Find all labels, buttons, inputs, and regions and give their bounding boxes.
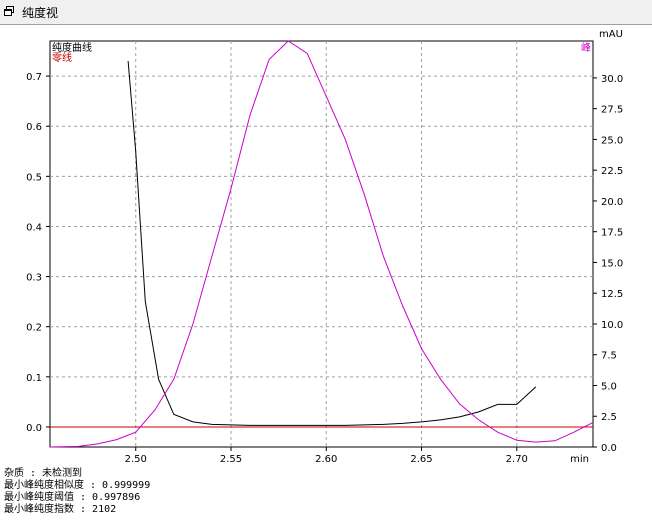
min-purity-threshold: 最小峰纯度阈值 : 0.997896: [4, 492, 141, 503]
y-right-unit-label: mAU: [599, 29, 623, 40]
x-tick-label: 2.50: [125, 454, 147, 465]
y-right-tick-label: 27.5: [601, 105, 623, 116]
y-right-tick-label: 30.0: [601, 74, 623, 85]
y-right-tick-label: 20.0: [601, 197, 623, 208]
y-right-tick-label: 17.5: [601, 228, 623, 239]
y-left-tick-label: 0.3: [26, 273, 42, 284]
y-right-tick-label: 12.5: [601, 289, 623, 300]
legend-peak: 峰: [581, 42, 591, 54]
y-left-tick-label: 0.0: [26, 423, 42, 434]
purity-chart: 2.50 2.55 2.60 2.65 2.70 min 0.0 0.1 0.2 0.3 0.4 0.…: [26, 29, 623, 465]
x-tick-label: 2.70: [506, 454, 528, 465]
window-title: 纯度视: [22, 6, 59, 20]
y-right-tick-label: 7.5: [601, 351, 617, 362]
y-right-tick-label: 0.0: [601, 443, 617, 454]
y-left-tick-label: 0.4: [26, 222, 42, 233]
x-unit-label: min: [570, 454, 589, 465]
y-right-tick-label: 25.0: [601, 135, 623, 146]
legend-zero-line: 零线: [52, 51, 72, 64]
x-tick-label: 2.55: [220, 454, 242, 465]
y-right-tick-label: 22.5: [601, 166, 623, 177]
y-right-tick-label: 10.0: [601, 320, 623, 331]
min-purity-index: 最小峰纯度指数 : 2102: [4, 504, 117, 515]
x-tick-label: 2.65: [410, 454, 432, 465]
y-left-tick-label: 0.1: [26, 373, 42, 384]
window-restore-icon[interactable]: [4, 6, 14, 16]
y-left-tick-label: 0.2: [26, 323, 42, 334]
y-right-tick-label: 2.5: [601, 412, 617, 423]
purity-info-panel: 杂质 : 未检测到 最小峰纯度相似度 : 0.999999 最小峰纯度阈值 : …: [4, 468, 150, 516]
y-left-tick-label: 0.6: [26, 122, 42, 133]
y-right-tick-label: 5.0: [601, 381, 617, 392]
min-purity-similarity: 最小峰纯度相似度 : 0.999999: [4, 480, 151, 491]
y-right-tick-label: 15.0: [601, 258, 623, 269]
window-titlebar: 纯度视: [0, 0, 652, 25]
y-left-tick-label: 0.7: [26, 72, 42, 83]
x-tick-label: 2.60: [315, 454, 337, 465]
impurity-status: 杂质 : 未检测到: [4, 468, 83, 479]
y-left-tick-label: 0.5: [26, 172, 42, 183]
